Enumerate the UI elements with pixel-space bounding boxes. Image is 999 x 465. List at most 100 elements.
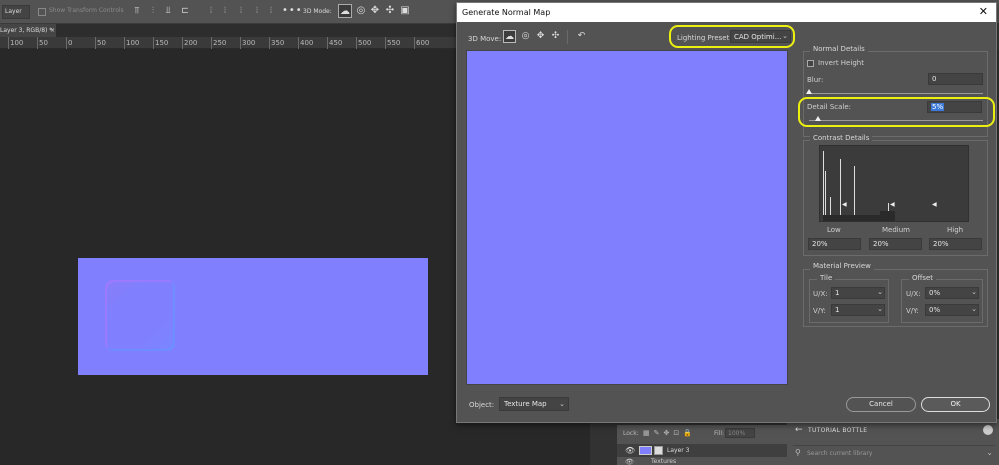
- more-options-icon[interactable]: •••: [282, 5, 303, 16]
- layers-panel: Lock: ▦✎✥⊡🔒 Fill: 100% 👁 Layer 3 👁 Textu…: [617, 425, 787, 465]
- tile-ux-label: U/X:: [813, 290, 828, 298]
- drag-3d-icon[interactable]: ✥: [534, 30, 547, 43]
- align-vertical-center-icon[interactable]: ⫶: [148, 6, 158, 17]
- detail-scale-slider-track[interactable]: [809, 120, 983, 121]
- scale-3d-icon[interactable]: ▣: [398, 4, 412, 18]
- histogram-bar: [854, 166, 855, 221]
- distribute-top-icon[interactable]: ⦙: [206, 6, 216, 17]
- low-marker-icon[interactable]: ◀: [842, 201, 847, 208]
- slide-3d-icon[interactable]: ✣: [383, 4, 397, 18]
- distribute-bottom-icon[interactable]: ⦙: [236, 6, 246, 17]
- library-search[interactable]: ⚲ Search current library ⌄: [793, 445, 995, 459]
- tile-ux-value: 1: [835, 289, 840, 297]
- embossed-shape: [105, 280, 175, 351]
- object-select[interactable]: Texture Map ⌄: [499, 397, 569, 411]
- blur-label: Blur:: [807, 76, 824, 84]
- align-top-icon[interactable]: ⫪: [132, 6, 142, 17]
- ruler-tick-label: 100: [126, 39, 140, 47]
- blur-field[interactable]: 0: [928, 73, 983, 85]
- libraries-panel: ← TUTORIAL BOTTLE ⚲ Search current libra…: [787, 419, 999, 465]
- medium-marker-icon[interactable]: ◀: [890, 201, 895, 208]
- align-bottom-icon[interactable]: ⫫: [163, 6, 173, 17]
- toolbar-divider: [567, 30, 568, 44]
- ruler-tick-label: 150: [155, 39, 169, 47]
- histogram-bar: [823, 151, 824, 221]
- ok-button[interactable]: OK: [921, 397, 990, 412]
- cancel-button[interactable]: Cancel: [846, 397, 916, 412]
- show-transform-controls-checkbox[interactable]: [38, 8, 46, 16]
- fill-label: Fill:: [714, 430, 725, 437]
- detail-scale-value: 5%: [931, 103, 945, 111]
- detail-scale-field[interactable]: 5%: [927, 101, 982, 113]
- offset-ux-value: 0%: [929, 289, 941, 297]
- textures-eye-icon[interactable]: 👁: [625, 458, 634, 465]
- search-icon: ⚲: [795, 448, 801, 457]
- close-icon[interactable]: ✕: [979, 5, 988, 18]
- ruler-tick-line: [414, 37, 415, 49]
- roll-3d-icon[interactable]: ◎: [519, 30, 532, 43]
- slide-3d-icon[interactable]: ✣: [549, 30, 562, 43]
- fill-field[interactable]: 100%: [725, 428, 755, 438]
- chevron-down-icon[interactable]: ⌄: [986, 448, 993, 457]
- tile-vy-label: V/Y:: [813, 307, 826, 315]
- tile-title: Tile: [817, 274, 836, 282]
- chevron-down-icon: ⌄: [782, 32, 788, 40]
- ruler-tick-line: [385, 37, 386, 49]
- normal-details-title: Normal Details: [810, 45, 868, 53]
- low-label: Low: [827, 226, 841, 234]
- ruler-tick-line: [124, 37, 125, 49]
- tile-vy-field[interactable]: 1 ⌄: [831, 304, 885, 316]
- contrast-histogram[interactable]: ◀ ◀ ◀: [819, 145, 969, 222]
- high-contrast-field[interactable]: 20%: [929, 238, 982, 250]
- detail-scale-slider-knob[interactable]: [815, 116, 821, 121]
- distribute-right-icon[interactable]: ⦙: [266, 6, 276, 17]
- close-tab-icon[interactable]: ×: [50, 27, 55, 34]
- chevron-down-icon[interactable]: ⌄: [971, 305, 977, 313]
- ruler-tick-line: [182, 37, 183, 49]
- invert-height-checkbox[interactable]: [807, 60, 814, 67]
- tile-ux-field[interactable]: 1 ⌄: [831, 287, 885, 299]
- ruler-tick-line: [240, 37, 241, 49]
- document-normal-map[interactable]: [78, 258, 428, 375]
- orbit-3d-icon[interactable]: ☁: [338, 4, 352, 18]
- offset-ux-label: U/X:: [906, 290, 921, 298]
- blur-slider-knob[interactable]: [806, 89, 812, 94]
- tile-subgroup: [809, 279, 889, 323]
- align-left-icon[interactable]: ⊏: [180, 6, 190, 17]
- medium-label: Medium: [882, 226, 910, 234]
- lighting-preset-label: Lighting Preset:: [677, 34, 732, 42]
- high-marker-icon[interactable]: ◀: [932, 201, 937, 208]
- ruler-tick-line: [37, 37, 38, 49]
- roll-3d-icon[interactable]: ◎: [354, 4, 368, 18]
- document-tab[interactable]: Layer 3, RGB/8) * ×: [0, 24, 56, 37]
- offset-ux-field[interactable]: 0% ⌄: [925, 287, 979, 299]
- reset-view-icon[interactable]: ↶: [575, 30, 588, 43]
- document-tab-title: Layer 3, RGB/8) *: [0, 27, 53, 34]
- chevron-down-icon[interactable]: ⌄: [877, 305, 883, 313]
- lighting-preset-select[interactable]: CAD Optimi... ⌄: [730, 30, 791, 43]
- ruler-tick-label: 500: [358, 39, 372, 47]
- chevron-down-icon[interactable]: ⌄: [877, 288, 883, 296]
- user-icon[interactable]: [983, 425, 993, 435]
- chevron-down-icon[interactable]: ⌄: [971, 288, 977, 296]
- lock-icons[interactable]: ▦✎✥⊡🔒: [643, 429, 696, 437]
- generate-normal-map-dialog: Generate Normal Map ✕ 3D Move: ☁ ◎ ✥ ✣ ↶…: [456, 2, 997, 423]
- offset-vy-field[interactable]: 0% ⌄: [925, 304, 979, 316]
- medium-contrast-field[interactable]: 20%: [869, 238, 922, 250]
- ruler-tick-label: 250: [213, 39, 227, 47]
- ruler-tick-label: 50: [97, 39, 106, 47]
- lighting-preset-value: CAD Optimi...: [734, 33, 782, 41]
- blur-slider-track[interactable]: [809, 93, 983, 94]
- normal-map-preview[interactable]: [466, 50, 788, 385]
- auto-select-dropdown[interactable]: Layer: [2, 5, 30, 19]
- ruler-tick-line: [153, 37, 154, 49]
- eye-icon[interactable]: 👁: [625, 446, 635, 455]
- back-arrow-icon[interactable]: ←: [795, 425, 803, 435]
- rotate-3d-icon[interactable]: ☁: [503, 30, 516, 43]
- distribute-left-icon[interactable]: ⦙: [252, 6, 262, 17]
- pan-3d-icon[interactable]: ✥: [368, 4, 382, 18]
- material-preview-title: Material Preview: [810, 262, 874, 270]
- layer-row[interactable]: 👁 Layer 3: [617, 444, 787, 457]
- low-contrast-field[interactable]: 20%: [808, 238, 861, 250]
- distribute-center-icon[interactable]: ⦙: [220, 6, 230, 17]
